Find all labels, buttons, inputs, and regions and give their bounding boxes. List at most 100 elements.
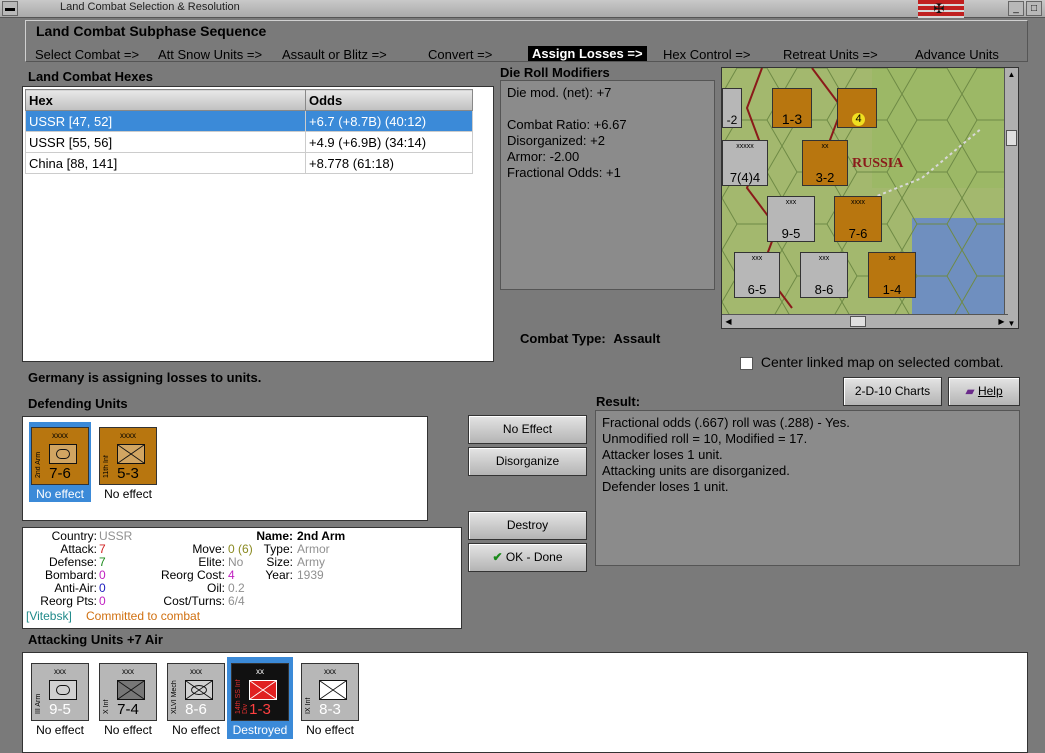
combat-type-value: Assault bbox=[613, 331, 661, 346]
map-unit[interactable]: xxx 9-5 bbox=[767, 196, 815, 242]
step-assign-losses: Assign Losses => bbox=[528, 46, 647, 61]
odds-cell: +8.778 (61:18) bbox=[305, 152, 473, 174]
disorganize-button[interactable]: Disorganize bbox=[468, 447, 587, 476]
unit-status: No effect bbox=[104, 723, 152, 737]
die-roll-line: Fractional Odds: +1 bbox=[507, 165, 621, 180]
result-line: Unmodified roll = 10, Modified = 17. bbox=[602, 431, 808, 446]
armor-symbol-icon bbox=[49, 444, 77, 464]
ok-done-button[interactable]: ✔ OK - Done bbox=[468, 543, 587, 572]
step-select-combat: Select Combat => bbox=[35, 47, 140, 62]
hex-list-panel: Hex Odds USSR [47, 52] +6.7 (+8.7B) (40:… bbox=[22, 86, 494, 362]
attacking-label: Attacking Units +7 Air bbox=[28, 632, 163, 647]
defending-units-panel: xxxx 2nd Arm 7-6 No effect xxxx 11th Inf… bbox=[22, 416, 428, 521]
maximize-button[interactable]: □ bbox=[1026, 1, 1042, 16]
result-line: Attacking units are disorganized. bbox=[602, 463, 790, 478]
charts-button[interactable]: 2-D-10 Charts bbox=[843, 377, 942, 406]
infantry-symbol-icon bbox=[249, 680, 277, 700]
center-map-checkbox[interactable] bbox=[740, 356, 753, 370]
map-unit[interactable]: xx 3-2 bbox=[802, 140, 848, 186]
column-header-hex[interactable]: Hex bbox=[25, 89, 306, 111]
unit-status: No effect bbox=[104, 487, 152, 501]
map-unit[interactable]: xx 1-4 bbox=[868, 252, 916, 298]
map-vertical-scrollbar[interactable]: ▲ ▼ bbox=[1004, 68, 1018, 328]
hex-table: Hex Odds USSR [47, 52] +6.7 (+8.7B) (40:… bbox=[25, 89, 473, 174]
ok-done-label: OK - Done bbox=[505, 550, 563, 564]
combat-type-label: Combat Type: bbox=[520, 331, 606, 346]
hex-cell: China [88, 141] bbox=[25, 152, 306, 174]
defending-label: Defending Units bbox=[28, 396, 128, 411]
unit-status: No effect bbox=[29, 487, 91, 501]
step-att-snow-units: Att Snow Units => bbox=[158, 47, 263, 62]
horizontal-scroll-thumb[interactable] bbox=[850, 316, 866, 327]
cost-turns-label: Cost/Turns: bbox=[163, 594, 225, 608]
die-roll-line: Armor: -2.00 bbox=[507, 149, 580, 164]
step-advance-units: Advance Units bbox=[915, 47, 999, 62]
unit-status: No effect bbox=[36, 723, 84, 737]
help-button[interactable]: ▰ Help bbox=[948, 377, 1020, 406]
destroy-button[interactable]: Destroy bbox=[468, 511, 587, 540]
year-value: 1939 bbox=[297, 568, 324, 582]
table-row[interactable]: China [88, 141] +8.778 (61:18) bbox=[25, 152, 473, 174]
no-effect-button[interactable]: No Effect bbox=[468, 415, 587, 444]
attacking-unit[interactable]: xxx XLVI Mech 8-6 bbox=[167, 663, 225, 721]
result-line: Attacker loses 1 unit. bbox=[602, 447, 723, 462]
map-unit[interactable]: xxx 6-5 bbox=[734, 252, 780, 298]
year-label: Year: bbox=[265, 568, 293, 582]
attacking-unit[interactable]: xxx IX Inf 8-3 bbox=[301, 663, 359, 721]
cost-turns-value: 6/4 bbox=[228, 594, 245, 608]
odds-cell: +6.7 (+8.7B) (40:12) bbox=[305, 110, 473, 132]
odds-cell: +4.9 (+6.9B) (34:14) bbox=[305, 131, 473, 153]
map-unit[interactable]: -2 bbox=[722, 88, 742, 128]
armor-symbol-icon bbox=[49, 680, 77, 700]
map-horizontal-scrollbar[interactable]: ◀ ▶ bbox=[722, 314, 1008, 328]
infantry-symbol-icon bbox=[117, 444, 145, 464]
die-roll-line: Combat Ratio: +6.67 bbox=[507, 117, 627, 132]
hexes-label: Land Combat Hexes bbox=[28, 69, 153, 84]
help-book-icon: ▰ bbox=[965, 384, 975, 398]
mech-infantry-symbol-icon bbox=[185, 680, 213, 700]
map-unit[interactable]: xxxx 7-6 bbox=[834, 196, 882, 242]
result-label: Result: bbox=[596, 394, 641, 409]
vertical-scroll-thumb[interactable] bbox=[1006, 130, 1017, 146]
map-unit[interactable]: xxx 8-6 bbox=[800, 252, 848, 298]
step-retreat-units: Retreat Units => bbox=[783, 47, 878, 62]
center-map-option[interactable]: Center linked map on selected combat. bbox=[740, 354, 1004, 370]
scroll-left-icon[interactable]: ◀ bbox=[722, 315, 735, 328]
status-message: Germany is assigning losses to units. bbox=[28, 370, 262, 385]
die-roll-line: Die mod. (net): +7 bbox=[507, 85, 612, 100]
attacking-unit[interactable]: xx 14th SS Inf Div 1-3 bbox=[231, 663, 289, 721]
step-assault-or-blitz: Assault or Blitz => bbox=[282, 47, 387, 62]
map-unit[interactable]: xxxxx 7(4)4 bbox=[722, 140, 768, 186]
map-unit[interactable]: 1-3 bbox=[772, 88, 812, 128]
window-menu-icon[interactable]: ▬ bbox=[2, 1, 18, 16]
help-label: Help bbox=[977, 384, 1003, 398]
attacking-unit[interactable]: xxx III Arm 9-5 bbox=[31, 663, 89, 721]
hex-cell: USSR [47, 52] bbox=[25, 110, 306, 132]
attacking-unit[interactable]: xxx X Inf 7-4 bbox=[99, 663, 157, 721]
infantry-symbol-icon bbox=[117, 680, 145, 700]
scroll-right-icon[interactable]: ▶ bbox=[995, 315, 1008, 328]
combat-map[interactable]: RUSSIA 1-3 4 xxxxx 7(4)4 xx 3-2 xxx 9-5 xxx… bbox=[721, 67, 1019, 329]
scroll-up-icon[interactable]: ▲ bbox=[1005, 68, 1018, 81]
die-roll-line bbox=[507, 101, 708, 117]
map-unit[interactable]: 4 bbox=[837, 88, 877, 128]
subphase-sequence: Land Combat Subphase Sequence Select Com… bbox=[25, 20, 1028, 62]
attacking-units-panel: xxx III Arm 9-5 No effect xxx X Inf 7-4 … bbox=[22, 652, 1028, 753]
result-line: Defender loses 1 unit. bbox=[602, 479, 729, 494]
checkmark-icon: ✔ bbox=[492, 550, 503, 564]
unit-status: No effect bbox=[172, 723, 220, 737]
location-value: [Vitebsk] bbox=[26, 609, 72, 623]
title-bar: ▬ Land Combat Selection & Resolution ✠ _… bbox=[0, 0, 1045, 18]
defending-unit[interactable]: xxxx 11th Inf 5-3 bbox=[99, 427, 157, 485]
subphase-header: Land Combat Subphase Sequence bbox=[36, 23, 267, 39]
column-header-odds[interactable]: Odds bbox=[305, 89, 473, 111]
table-row[interactable]: USSR [47, 52] +6.7 (+8.7B) (40:12) bbox=[25, 110, 473, 132]
step-hex-control: Hex Control => bbox=[663, 47, 751, 62]
defending-unit[interactable]: xxxx 2nd Arm 7-6 bbox=[31, 427, 89, 485]
minimize-button[interactable]: _ bbox=[1008, 1, 1024, 16]
map-region-label: RUSSIA bbox=[852, 156, 904, 171]
unit-info-panel: Country: USSR Attack: 7 Defense: 7 Bomba… bbox=[22, 527, 462, 629]
unit-status: Destroyed bbox=[229, 723, 291, 737]
result-line: Fractional odds (.667) roll was (.288) -… bbox=[602, 415, 850, 430]
table-row[interactable]: USSR [55, 56] +4.9 (+6.9B) (34:14) bbox=[25, 131, 473, 153]
